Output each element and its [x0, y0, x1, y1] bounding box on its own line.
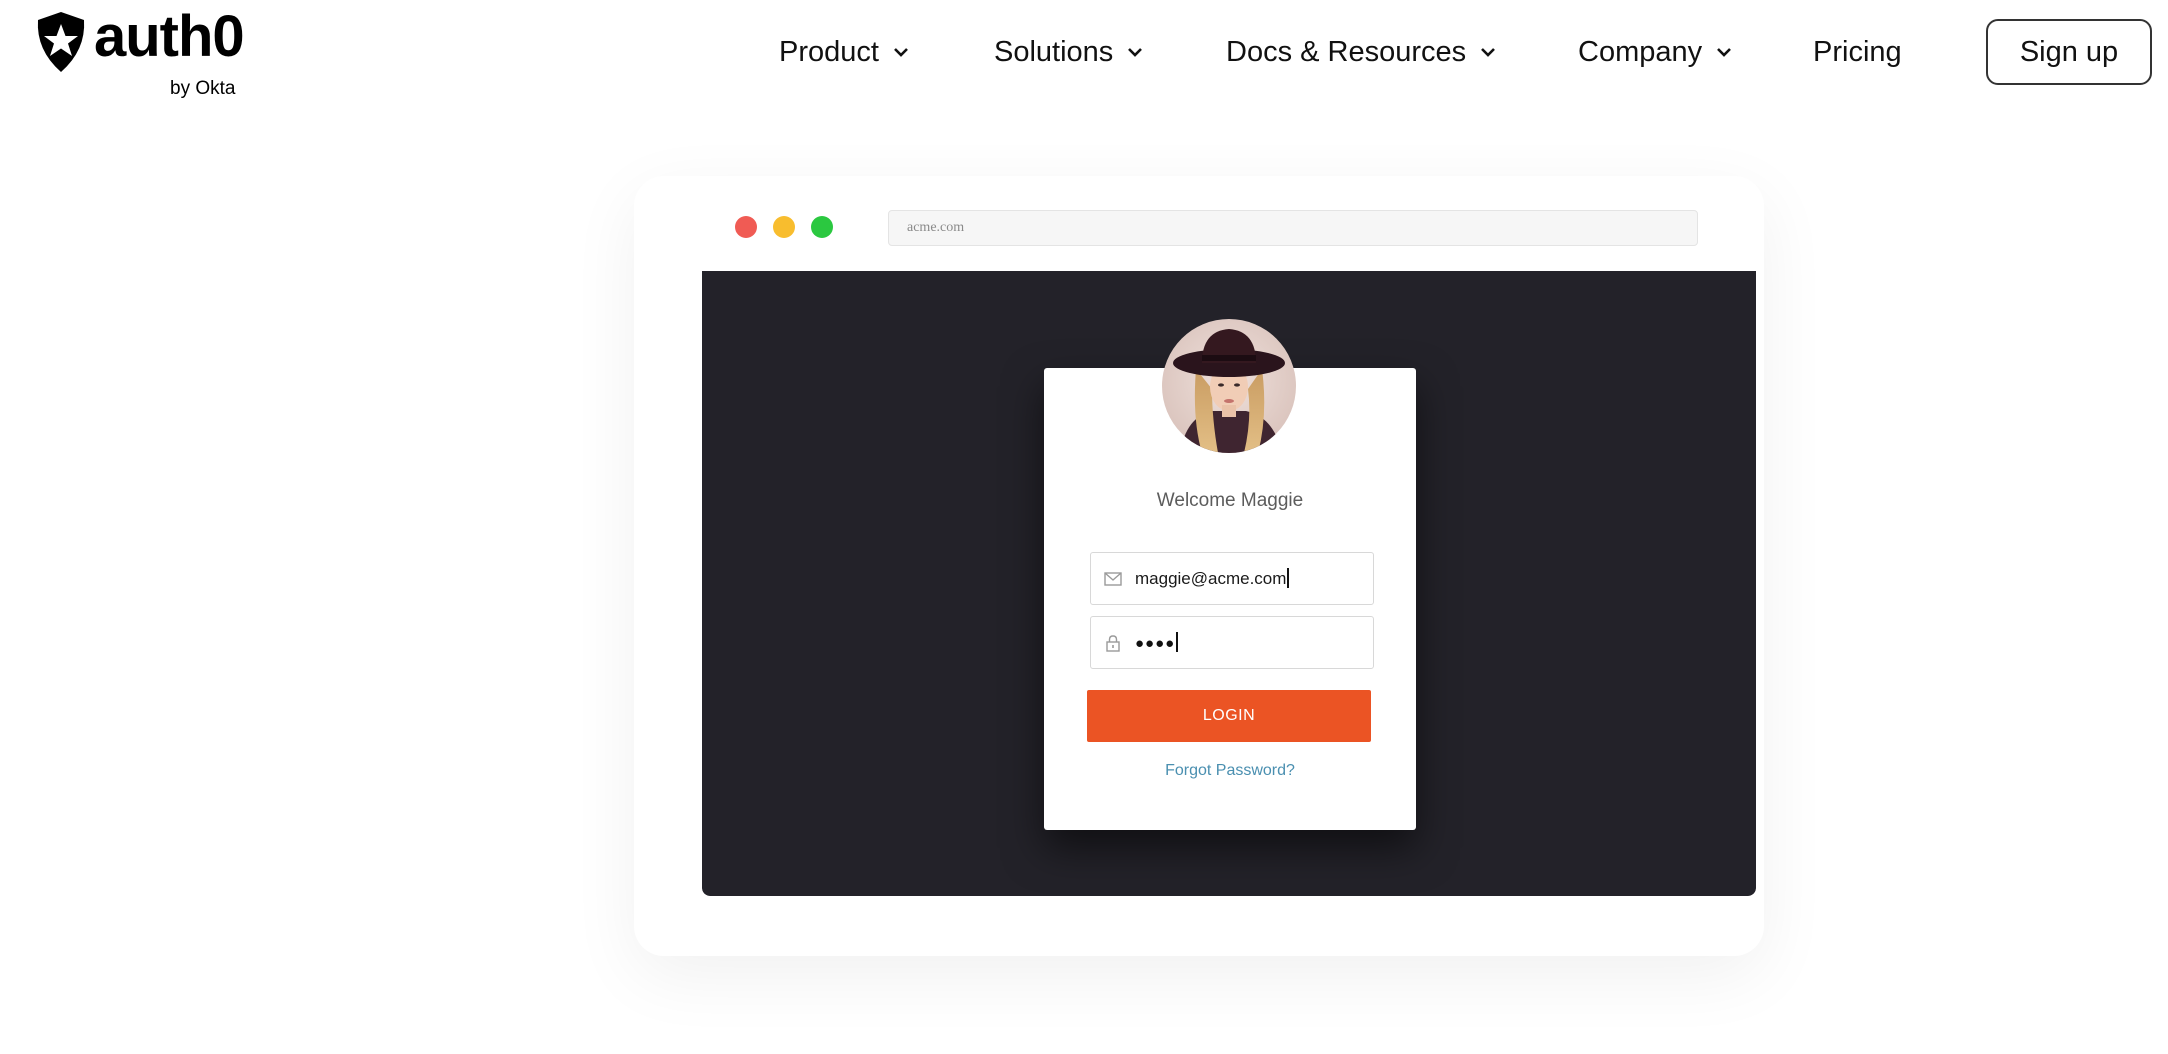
- nav-product[interactable]: Product: [779, 30, 911, 74]
- chevron-down-icon: [1128, 48, 1143, 57]
- auth0-logo[interactable]: auth0 by Okta: [30, 4, 250, 100]
- nav-company-label: Company: [1578, 35, 1703, 68]
- nav-solutions-label: Solutions: [994, 35, 1114, 68]
- sign-up-button[interactable]: Sign up: [1986, 19, 2152, 85]
- maximize-dot: [811, 216, 833, 238]
- text-caret: [1287, 568, 1290, 589]
- nav-docs-resources[interactable]: Docs & Resources: [1226, 30, 1498, 74]
- password-field[interactable]: ●●●●: [1090, 616, 1374, 669]
- close-dot: [735, 216, 757, 238]
- page: auth0 by Okta Product Solutions Docs & R…: [0, 0, 2168, 1054]
- email-value-wrap: maggie@acme.com: [1135, 553, 1290, 604]
- nav-pricing-label: Pricing: [1813, 35, 1902, 68]
- forgot-password-link[interactable]: Forgot Password?: [1044, 762, 1416, 780]
- nav-company[interactable]: Company: [1578, 30, 1734, 74]
- nav-solutions[interactable]: Solutions: [994, 30, 1145, 74]
- nav-product-label: Product: [779, 35, 879, 68]
- nav-pricing[interactable]: Pricing: [1813, 30, 1902, 74]
- nav-docs-resources-label: Docs & Resources: [1226, 35, 1467, 68]
- email-field[interactable]: maggie@acme.com: [1090, 552, 1374, 605]
- address-bar: acme.com: [888, 210, 1698, 246]
- password-value: ●●●●: [1135, 635, 1176, 652]
- chevron-down-icon: [1717, 48, 1732, 57]
- site-header: auth0 by Okta Product Solutions Docs & R…: [0, 0, 2168, 110]
- password-value-wrap: ●●●●: [1135, 617, 1179, 669]
- chevron-down-icon: [894, 48, 908, 57]
- envelope-icon: [1104, 572, 1122, 586]
- browser-chrome: acme.com: [702, 186, 1756, 271]
- logo-byline: by Okta: [170, 78, 236, 99]
- user-portrait: [1162, 319, 1296, 453]
- lock-icon: [1106, 635, 1120, 652]
- welcome-message: Welcome Maggie: [1156, 490, 1304, 511]
- avatar: [1162, 319, 1296, 453]
- minimize-dot: [773, 216, 795, 238]
- text-caret: [1176, 632, 1179, 653]
- shield-star-icon: [37, 12, 85, 72]
- email-value: maggie@acme.com: [1135, 569, 1287, 588]
- chevron-down-icon: [1481, 48, 1496, 57]
- logo-wordmark: auth0: [94, 4, 245, 69]
- login-button[interactable]: LOGIN: [1087, 690, 1371, 742]
